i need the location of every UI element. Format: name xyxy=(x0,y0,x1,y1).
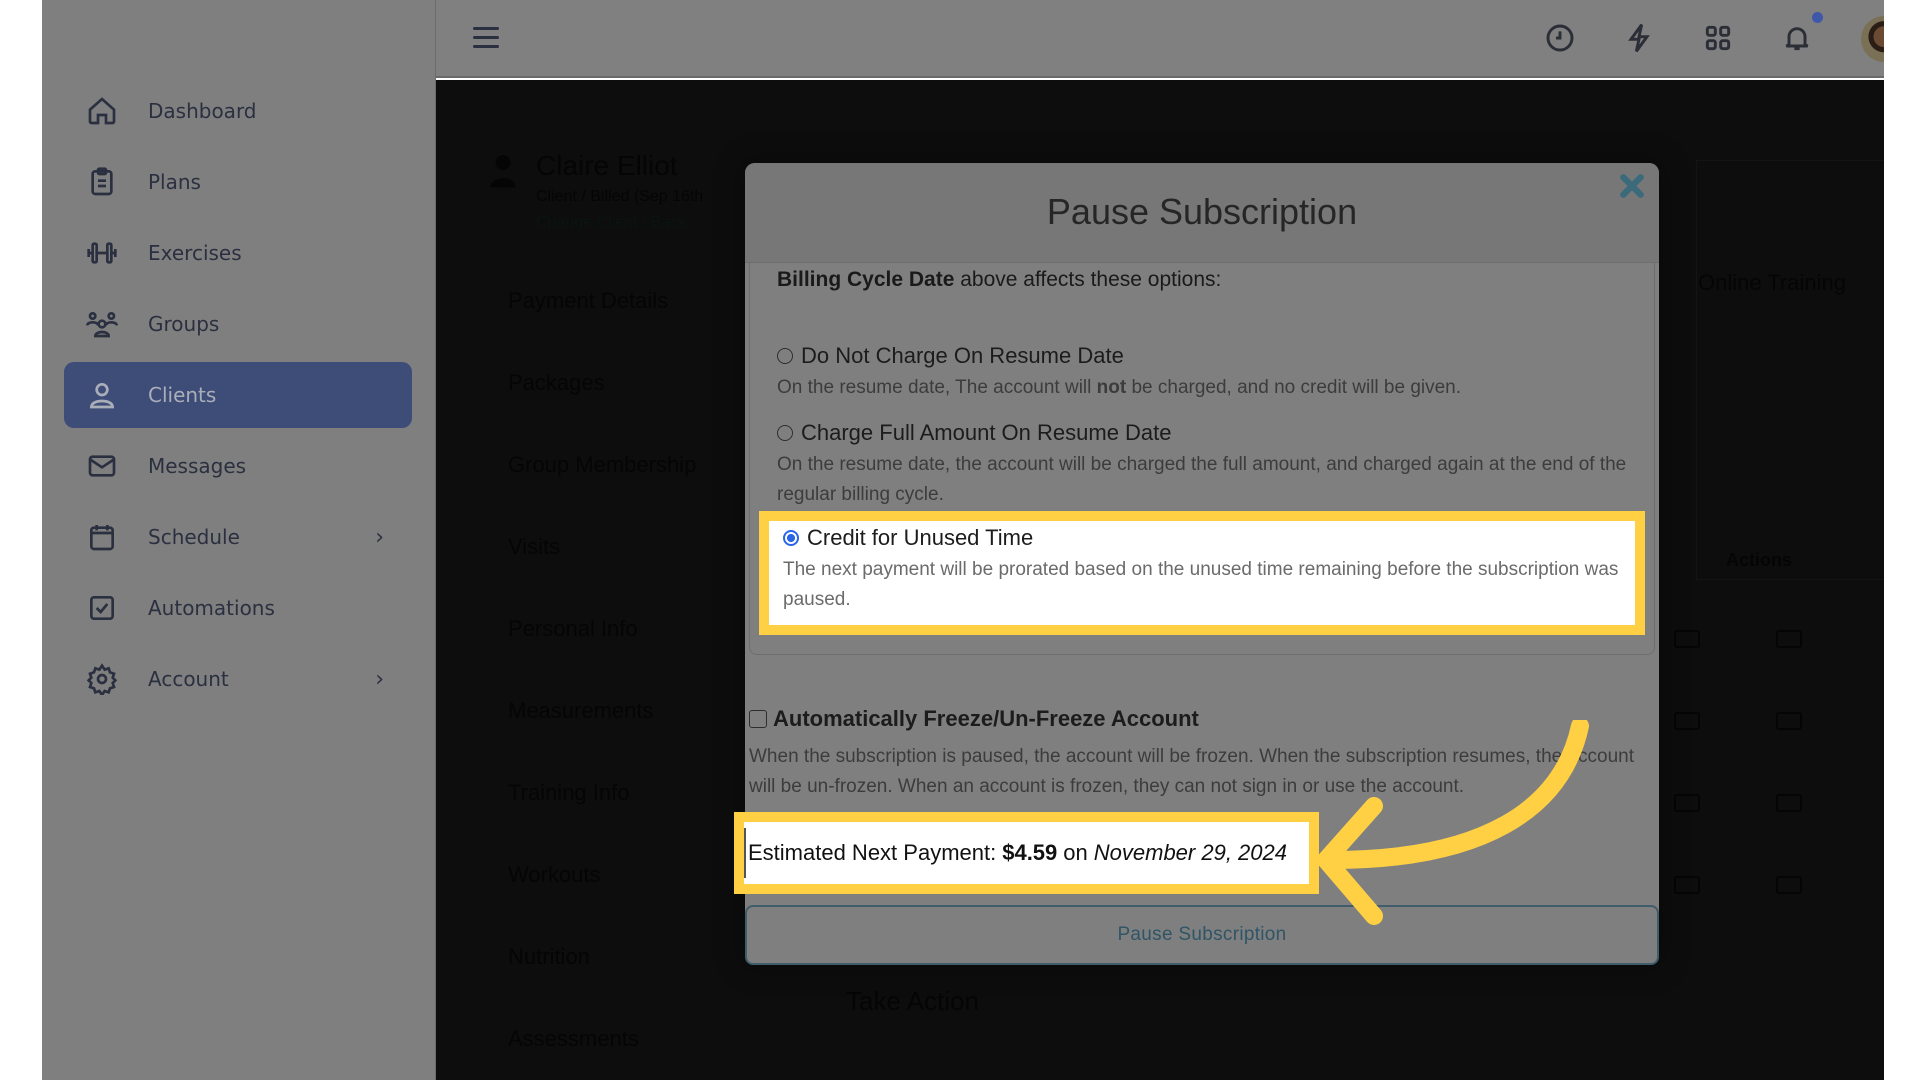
tab-personal-info[interactable]: Personal Info xyxy=(508,616,638,642)
tab-group-membership[interactable]: Group Membership xyxy=(508,452,696,478)
credit-card-icon[interactable] xyxy=(1776,794,1802,812)
modal-header: Pause Subscription xyxy=(745,163,1659,263)
tab-workouts[interactable]: Workouts xyxy=(508,862,601,888)
chevron-right-icon[interactable]: › xyxy=(375,525,384,550)
credit-card-icon[interactable] xyxy=(1674,712,1700,730)
client-links[interactable]: Change Client / Back xyxy=(536,214,686,232)
sidebar-item-clients[interactable]: Clients xyxy=(64,362,412,428)
home-icon xyxy=(84,93,120,129)
clipboard-icon xyxy=(84,164,120,200)
sidebar-item-label: Messages xyxy=(148,454,247,478)
radio-credit-unused-time[interactable] xyxy=(783,530,799,546)
actions-header: Actions xyxy=(1726,550,1793,570)
checkbox-icon xyxy=(84,590,120,626)
sidebar-item-account[interactable]: Account › xyxy=(64,646,412,712)
dumbbell-icon xyxy=(84,235,120,271)
modal-title: Pause Subscription xyxy=(1046,191,1358,232)
sidebar-item-label: Clients xyxy=(148,383,217,407)
sidebar-item-dashboard[interactable]: Dashboard xyxy=(64,78,412,144)
freeze-checkbox[interactable] xyxy=(749,710,767,728)
highlight-credit-option: Credit for Unused Time The next payment … xyxy=(759,511,1645,635)
sidebar-item-label: Account xyxy=(148,667,229,691)
calendar-icon xyxy=(84,519,120,555)
tab-assessments[interactable]: Assessments xyxy=(508,1026,639,1052)
sidebar-item-label: Dashboard xyxy=(148,99,257,123)
estimated-payment-highlight: Estimated Next Payment: $4.59 on November 2… xyxy=(734,812,1319,894)
take-action-heading: Take Action xyxy=(846,986,979,1016)
tab-training-info[interactable]: Training Info xyxy=(508,780,629,806)
pause-subscription-modal: Pause Subscription Billing Cycle Date ab… xyxy=(734,163,1659,965)
sidebar-item-groups[interactable]: Groups xyxy=(64,291,412,357)
credit-card-icon[interactable] xyxy=(1674,630,1700,648)
freeze-label: Automatically Freeze/Un-Freeze Account xyxy=(773,706,1199,731)
credit-card-icon[interactable] xyxy=(1776,712,1802,730)
users-icon xyxy=(84,306,120,342)
option-description: On the resume date, The account will not… xyxy=(777,377,1462,398)
freeze-account-option[interactable]: Automatically Freeze/Un-Freeze Account W… xyxy=(749,706,1649,802)
tab-packages[interactable]: Packages xyxy=(508,370,605,396)
chevron-right-icon[interactable]: › xyxy=(375,667,384,692)
bell-icon[interactable] xyxy=(1781,22,1813,54)
sidebar-item-label: Schedule xyxy=(148,525,240,549)
gear-icon xyxy=(84,661,120,697)
option-description: On the resume date, the account will be … xyxy=(777,454,1627,505)
online-training-label: Online Training xyxy=(1698,270,1846,295)
option-do-not-charge[interactable]: Do Not Charge On Resume Date On the resu… xyxy=(777,343,1637,403)
client-name: Claire Elliot xyxy=(536,150,678,181)
sidebar-item-schedule[interactable]: Schedule › xyxy=(64,504,412,570)
sidebar-item-exercises[interactable]: Exercises xyxy=(64,220,412,286)
intro-bold: Billing Cycle Date xyxy=(777,268,955,291)
lightning-icon[interactable] xyxy=(1623,22,1655,54)
envelope-icon xyxy=(84,448,120,484)
radio-do-not-charge[interactable] xyxy=(777,348,793,364)
option-label: Do Not Charge On Resume Date xyxy=(801,343,1124,368)
client-subtitle: Client / Billed (Sep 16th xyxy=(536,188,704,205)
sidebar-item-label: Automations xyxy=(148,596,275,620)
close-icon xyxy=(1620,174,1644,198)
online-training-panel xyxy=(1696,160,1884,580)
grid-icon[interactable] xyxy=(1702,22,1734,54)
option-description: The next payment will be prorated based … xyxy=(783,559,1619,610)
sidebar-item-label: Groups xyxy=(148,312,220,336)
pause-subscription-button[interactable]: Pause Subscription xyxy=(745,905,1659,965)
option-label: Credit for Unused Time xyxy=(807,525,1034,550)
freeze-description: When the subscription is paused, the acc… xyxy=(749,746,1635,797)
credit-card-icon[interactable] xyxy=(1776,630,1802,648)
tab-payment-details[interactable]: Payment Details xyxy=(508,288,668,314)
tab-visits[interactable]: Visits xyxy=(508,534,560,560)
sidebar-item-automations[interactable]: Automations xyxy=(64,575,412,641)
radio-charge-full-amount[interactable] xyxy=(777,425,793,441)
hamburger-menu-icon[interactable] xyxy=(473,27,499,48)
estimated-date: November 29, 2024 xyxy=(1093,840,1287,865)
option-credit-unused-time[interactable]: Credit for Unused Time The next payment … xyxy=(783,525,1643,615)
intro-rest: above affects these options: xyxy=(954,268,1222,291)
sidebar-item-plans[interactable]: Plans xyxy=(64,149,412,215)
person-icon xyxy=(490,155,516,188)
estimated-next-payment: Estimated Next Payment: $4.59 on November 2… xyxy=(744,828,1287,878)
tab-measurements[interactable]: Measurements xyxy=(508,698,654,724)
sidebar-item-label: Exercises xyxy=(148,241,242,265)
option-charge-full-amount[interactable]: Charge Full Amount On Resume Date On the… xyxy=(777,420,1637,510)
sidebar-item-label: Plans xyxy=(148,170,201,194)
user-icon xyxy=(84,377,120,413)
credit-card-icon[interactable] xyxy=(1776,876,1802,894)
clock-icon[interactable] xyxy=(1544,22,1576,54)
topbar xyxy=(436,0,1884,78)
close-button[interactable] xyxy=(1617,171,1647,201)
sidebar-item-messages[interactable]: Messages xyxy=(64,433,412,499)
credit-card-icon[interactable] xyxy=(1674,794,1700,812)
options-intro: Billing Cycle Date above affects these o… xyxy=(777,268,1221,292)
app-window: Dashboard Plans Exercises Groups Clients… xyxy=(42,0,1884,1080)
notification-badge xyxy=(1812,12,1823,23)
avatar[interactable] xyxy=(1861,16,1884,62)
option-label: Charge Full Amount On Resume Date xyxy=(801,420,1172,445)
tab-nutrition[interactable]: Nutrition xyxy=(508,944,590,970)
estimated-amount: $4.59 xyxy=(1002,840,1058,865)
sidebar: Dashboard Plans Exercises Groups Clients… xyxy=(42,0,436,1080)
credit-card-icon[interactable] xyxy=(1674,876,1700,894)
